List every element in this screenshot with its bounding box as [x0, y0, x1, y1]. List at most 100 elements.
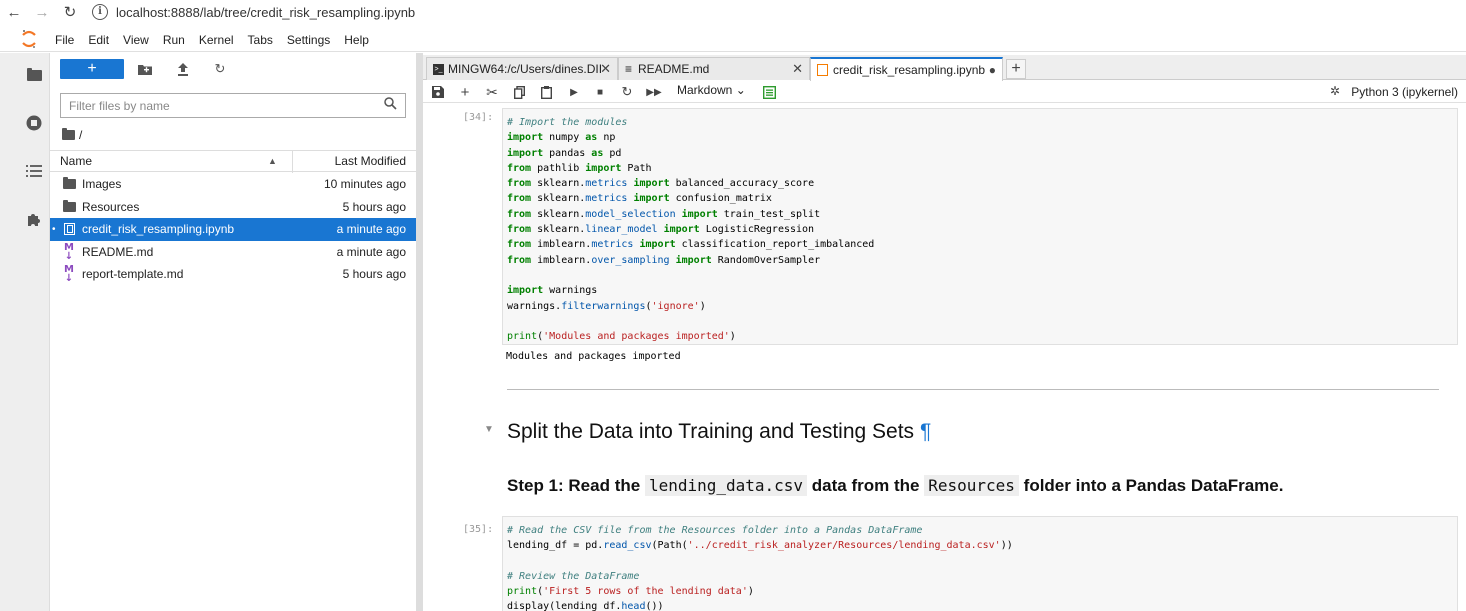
- file-row-images[interactable]: Images 10 minutes ago: [50, 173, 416, 196]
- terminal-icon: >_: [433, 63, 444, 75]
- extension-puzzle-icon[interactable]: [24, 209, 44, 229]
- notebook-toolbar: + ✂ ▶ ■ ↻ ▶▶ Markdown ⌄ ✲ Python 3 (ipyk…: [423, 81, 1466, 103]
- file-browser-panel: + ↻ / Name ▲ Last Modified Images 10 min…: [50, 53, 416, 611]
- menu-kernel[interactable]: Kernel: [192, 33, 241, 47]
- file-modified: 10 minutes ago: [323, 177, 406, 192]
- jupyter-logo-icon: [22, 28, 48, 52]
- run-icon[interactable]: ▶: [565, 83, 583, 101]
- file-name: README.md: [82, 244, 154, 259]
- cell-output: Modules and packages imported: [506, 351, 681, 362]
- search-icon: [384, 97, 397, 113]
- file-modified: a minute ago: [336, 222, 406, 237]
- notebook-icon: [817, 64, 828, 76]
- running-sessions-icon[interactable]: [24, 113, 44, 133]
- breadcrumb-root[interactable]: /: [79, 128, 82, 142]
- left-activity-bar: [0, 53, 50, 611]
- copy-icon[interactable]: [510, 83, 528, 101]
- unsaved-dot-icon[interactable]: ●: [989, 63, 996, 77]
- add-tab-button[interactable]: +: [1006, 59, 1026, 79]
- refresh-icon[interactable]: ↻: [211, 60, 229, 78]
- root-folder-icon[interactable]: [62, 128, 75, 140]
- tab-label: MINGW64:/c/Users/dines.DII: [448, 62, 603, 76]
- fast-forward-icon[interactable]: ▶▶: [645, 83, 663, 101]
- file-row-readme[interactable]: M ↓ README.md a minute ago: [50, 241, 416, 264]
- close-icon[interactable]: ✕: [600, 61, 611, 77]
- restart-icon[interactable]: ↻: [618, 83, 636, 101]
- folder-icon: [62, 199, 76, 214]
- menu-tabs[interactable]: Tabs: [241, 33, 280, 47]
- file-name: Resources: [82, 199, 140, 214]
- file-browser-toolbar: + ↻: [50, 59, 416, 81]
- menu-bar: File Edit View Run Kernel Tabs Settings …: [0, 28, 1466, 52]
- menu-file[interactable]: File: [48, 33, 81, 47]
- kernel-name[interactable]: Python 3 (ipykernel): [1351, 85, 1458, 99]
- tab-credit-risk-notebook[interactable]: credit_risk_resampling.ipynb ●: [810, 57, 1003, 81]
- document-tab-bar: >_ MINGW64:/c/Users/dines.DII ✕ ≡ README…: [423, 55, 1466, 81]
- address-bar[interactable]: i localhost:8888/lab/tree/credit_risk_re…: [88, 1, 1466, 23]
- file-name: credit_risk_resampling.ipynb: [82, 222, 235, 237]
- menu-settings[interactable]: Settings: [280, 33, 337, 47]
- kernel-settings-icon[interactable]: ✲: [1330, 84, 1340, 98]
- cell-prompt: [34]:: [463, 112, 494, 123]
- menu-view[interactable]: View: [116, 33, 156, 47]
- folder-icon[interactable]: [24, 65, 44, 85]
- code-cell-34[interactable]: # Import the modules import numpy as np …: [502, 108, 1458, 345]
- new-launcher-button[interactable]: +: [60, 59, 124, 79]
- column-last-modified[interactable]: Last Modified: [335, 154, 406, 168]
- table-of-contents-icon[interactable]: [24, 161, 44, 181]
- code-cell-35[interactable]: # Read the CSV file from the Resources f…: [502, 516, 1458, 611]
- breadcrumb: /: [62, 128, 82, 142]
- markdown-divider: [507, 389, 1439, 390]
- table-of-contents-icon[interactable]: [760, 83, 778, 101]
- insert-cell-icon[interactable]: +: [456, 83, 474, 101]
- notebook-icon: [62, 222, 76, 236]
- menu-run[interactable]: Run: [156, 33, 192, 47]
- filter-files-box[interactable]: [60, 93, 406, 118]
- heading-anchor-link[interactable]: ¶: [920, 420, 931, 443]
- tab-label: README.md: [638, 62, 710, 76]
- file-list-header: Name ▲ Last Modified: [50, 150, 416, 173]
- site-info-icon[interactable]: i: [92, 4, 108, 20]
- chevron-down-icon: ⌄: [735, 83, 746, 97]
- menu-edit[interactable]: Edit: [81, 33, 116, 47]
- close-icon[interactable]: ✕: [792, 61, 803, 77]
- notebook-content: [34]: # Import the modules import numpy …: [423, 104, 1466, 611]
- save-icon[interactable]: [429, 83, 447, 101]
- tab-readme[interactable]: ≡ README.md ✕: [618, 57, 810, 80]
- stop-icon[interactable]: ■: [591, 83, 609, 101]
- back-arrow-icon[interactable]: ←: [0, 4, 28, 21]
- collapse-heading-icon[interactable]: ▼: [484, 424, 494, 435]
- filter-files-input[interactable]: [69, 98, 369, 113]
- file-modified: 5 hours ago: [342, 199, 406, 214]
- file-modified: a minute ago: [336, 244, 406, 259]
- sort-ascending-icon: ▲: [268, 156, 277, 166]
- folder-icon: [62, 177, 76, 191]
- menu-help[interactable]: Help: [337, 33, 376, 47]
- cell-prompt: [35]:: [463, 524, 494, 535]
- markdown-icon: M ↓: [64, 264, 74, 285]
- file-row-report-template[interactable]: M ↓ report-template.md 5 hours ago: [50, 263, 416, 286]
- upload-icon[interactable]: [174, 60, 192, 78]
- forward-arrow-icon[interactable]: →: [28, 4, 56, 21]
- column-name[interactable]: Name: [60, 154, 92, 168]
- cut-icon[interactable]: ✂: [483, 83, 501, 101]
- browser-bar: ← → ↻ i localhost:8888/lab/tree/credit_r…: [0, 0, 1466, 24]
- file-name: report-template.md: [82, 267, 184, 282]
- panel-splitter[interactable]: [416, 53, 423, 611]
- step1-text: Step 1: Read the lending_data.csv data f…: [507, 475, 1284, 496]
- tab-label: credit_risk_resampling.ipynb: [833, 63, 986, 77]
- file-list: Images 10 minutes ago Resources 5 hours …: [50, 173, 416, 286]
- new-folder-icon[interactable]: [136, 60, 154, 78]
- tab-terminal[interactable]: >_ MINGW64:/c/Users/dines.DII ✕: [426, 57, 618, 80]
- markdown-icon: M ↓: [64, 241, 74, 262]
- reload-icon[interactable]: ↻: [56, 3, 84, 21]
- cell-type-dropdown[interactable]: Markdown ⌄: [677, 83, 746, 97]
- section-heading: Split the Data into Training and Testing…: [507, 420, 932, 443]
- paste-icon[interactable]: [537, 83, 555, 101]
- file-row-resources[interactable]: Resources 5 hours ago: [50, 196, 416, 219]
- file-modified: 5 hours ago: [342, 267, 406, 282]
- file-row-credit-risk-notebook[interactable]: • credit_risk_resampling.ipynb a minute …: [50, 218, 416, 241]
- running-indicator-icon: •: [52, 223, 56, 235]
- url-text[interactable]: localhost:8888/lab/tree/credit_risk_resa…: [116, 5, 415, 20]
- file-name: Images: [82, 177, 122, 192]
